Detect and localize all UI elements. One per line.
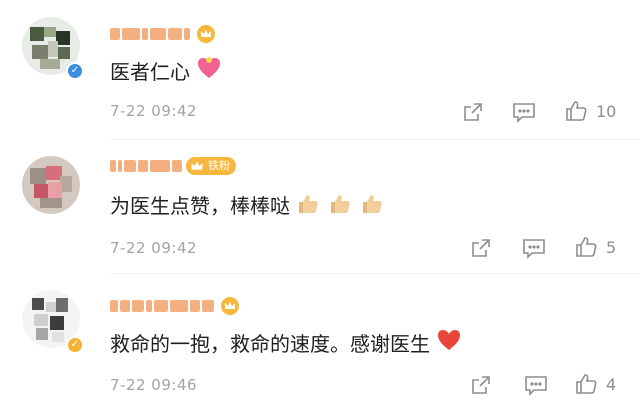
username[interactable] [110, 159, 182, 173]
verified-badge-icon: ✓ [66, 336, 84, 354]
share-button[interactable] [470, 374, 492, 396]
share-icon [472, 239, 490, 257]
share-button[interactable] [470, 237, 492, 259]
thumbs-up-icon [566, 101, 587, 121]
comment-text: 医者仁心 [110, 59, 190, 84]
like-button[interactable]: 5 [574, 236, 616, 258]
like-count: 5 [606, 237, 617, 257]
like-count: 4 [606, 374, 617, 394]
comment-text: 为医生点赞，棒棒哒 [110, 193, 290, 218]
comment-icon [525, 376, 547, 396]
comment-icon [523, 239, 545, 259]
comment-time: 7-22 09:42 [110, 239, 198, 257]
like-button[interactable]: 10 [564, 100, 616, 122]
crown-badge-icon [196, 25, 216, 43]
comment-text: 救命的一抱，救命的速度。感谢医生 [110, 331, 430, 356]
verified-badge-icon: ✓ [66, 62, 84, 80]
comment-item: ✓ 救命的一抱，救命的速度。感谢医生 7-22 09:46 4 [0, 274, 640, 409]
comment-button[interactable] [522, 237, 546, 259]
fan-badge: 铁粉 [186, 157, 236, 175]
crown-badge-icon [220, 297, 240, 315]
red-heart-icon [436, 328, 462, 357]
like-count: 10 [596, 101, 617, 121]
like-button[interactable]: 4 [574, 373, 616, 395]
comment-time: 7-22 09:42 [110, 102, 198, 120]
comment-time: 7-22 09:46 [110, 376, 198, 394]
comment-button[interactable] [524, 374, 548, 396]
thumbs-up-icon [576, 374, 597, 394]
comment-icon [513, 103, 535, 123]
share-icon [464, 103, 482, 121]
heart-ribbon-icon [196, 56, 222, 85]
share-icon [472, 376, 490, 394]
thumbs-up-icon [576, 237, 597, 257]
comment-item: ✓ 医者仁心 7-22 09:42 10 [0, 0, 640, 140]
thumbs-up-emoji [296, 192, 384, 216]
share-button[interactable] [462, 101, 484, 123]
avatar[interactable] [22, 156, 80, 214]
comment-button[interactable] [512, 101, 536, 123]
username[interactable] [110, 299, 214, 313]
crown-badge-icon [188, 157, 206, 181]
username[interactable] [110, 27, 190, 41]
comment-item: 铁粉 为医生点赞，棒棒哒 7-22 09:42 5 [0, 140, 640, 274]
